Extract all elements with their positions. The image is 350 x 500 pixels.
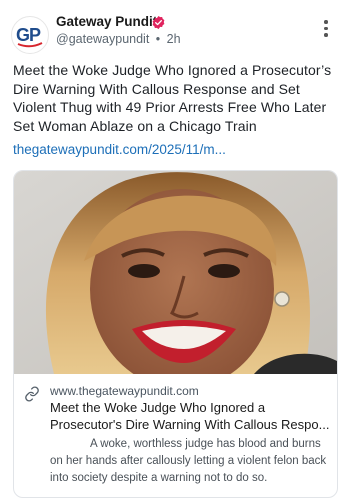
svg-text:P: P [29, 25, 41, 45]
post-time[interactable]: 2h [167, 32, 181, 46]
card-meta: www.thegatewaypundit.com Meet the Woke J… [14, 374, 337, 497]
separator-dot: • [155, 32, 161, 46]
more-vertical-icon[interactable] [319, 20, 333, 42]
handle-row: @gatewaypundit • 2h [56, 32, 181, 46]
verified-badge-icon [152, 15, 165, 30]
card-title[interactable]: Meet the Woke Judge Who Ignored a Prosec… [50, 399, 332, 433]
preview-image [14, 171, 337, 374]
account-handle[interactable]: @gatewaypundit [56, 32, 149, 46]
card-domain: www.thegatewaypundit.com [50, 384, 199, 398]
link-icon [25, 386, 39, 402]
post-link[interactable]: thegatewaypundit.com/2025/11/m... [13, 142, 226, 157]
card-description: A woke, worthless judge has blood and bu… [50, 438, 327, 484]
avatar[interactable]: G P [11, 16, 49, 54]
gateway-pundit-logo: G P [16, 25, 43, 48]
link-preview-card[interactable]: www.thegatewaypundit.com Meet the Woke J… [13, 170, 338, 498]
account-name[interactable]: Gateway Pundit [56, 14, 157, 29]
post-card: G P Gateway Pundit @gatewaypundit • 2h M… [0, 0, 350, 500]
svg-text:G: G [16, 25, 30, 45]
post-text: Meet the Woke Judge Who Ignored a Prosec… [13, 62, 332, 134]
